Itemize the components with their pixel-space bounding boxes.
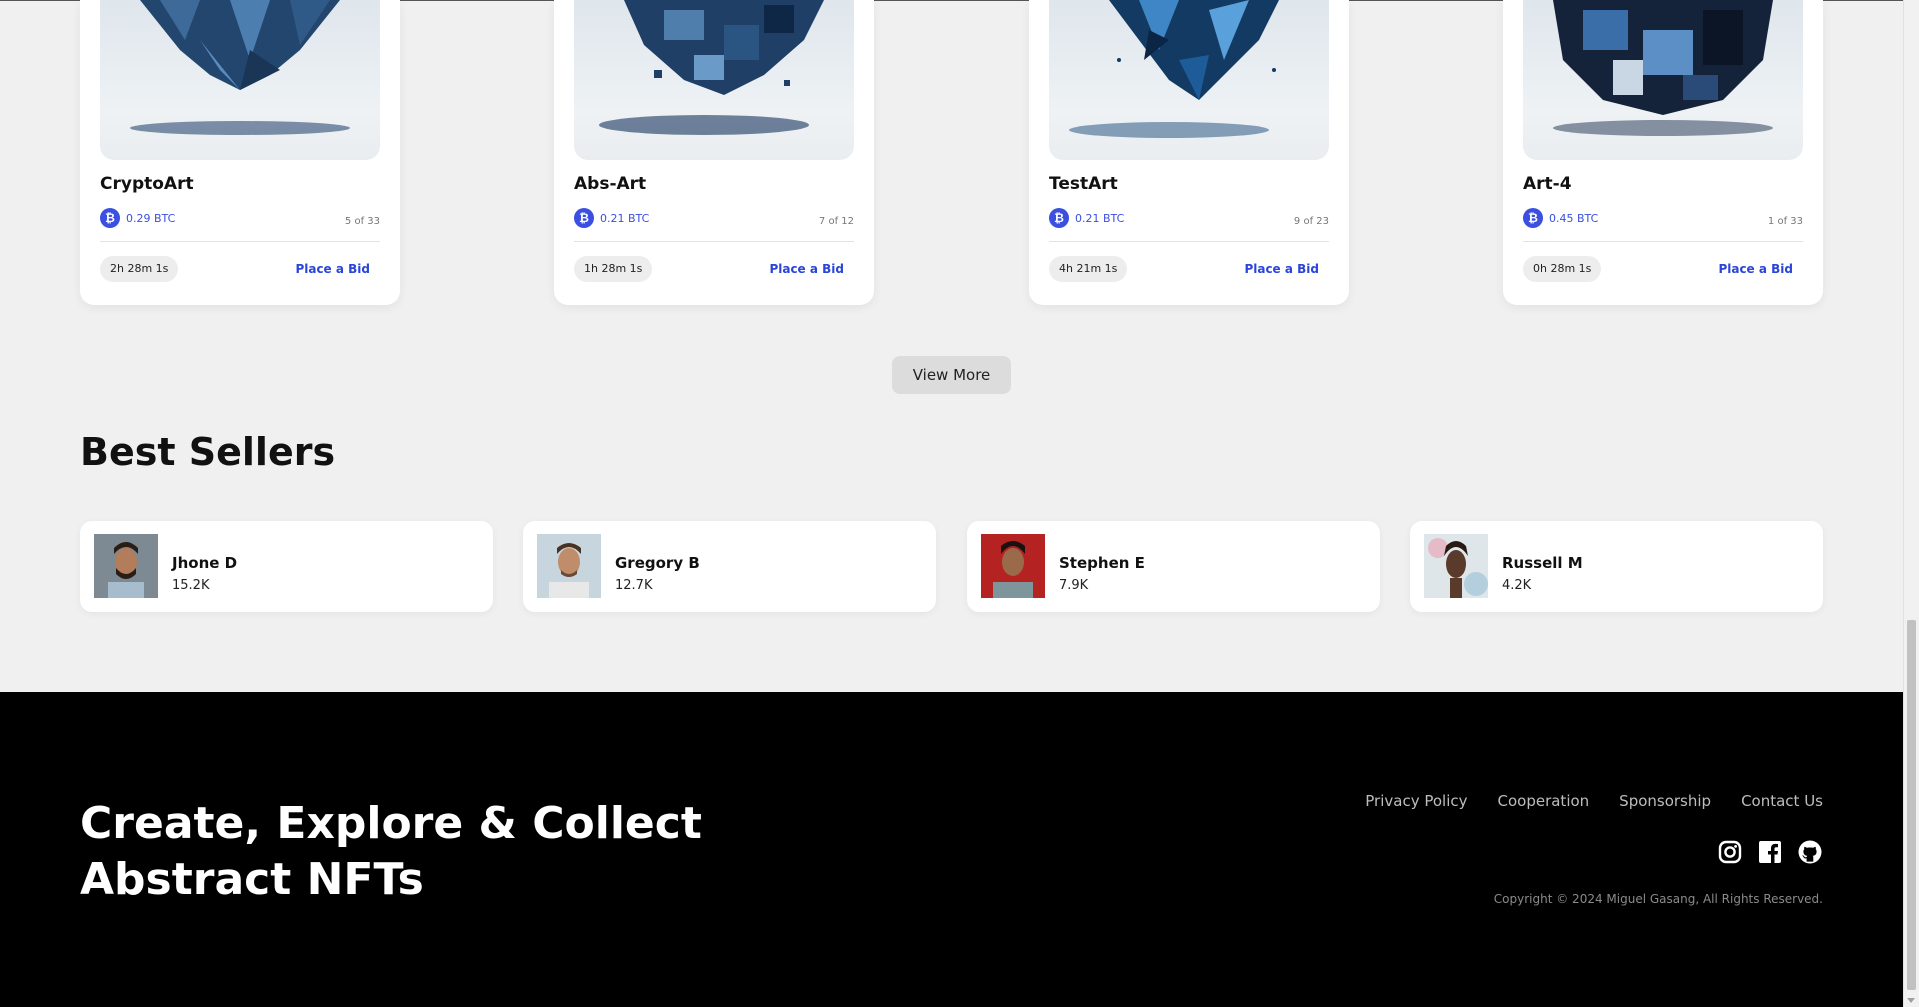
seller-name: Russell M (1502, 554, 1583, 572)
seller-card-jhone-d[interactable]: Jhone D 15.2K (80, 521, 493, 612)
copyright-text: Copyright © 2024 Miguel Gasang, All Righ… (1493, 892, 1823, 906)
nft-artwork-image (1049, 0, 1329, 160)
instagram-icon[interactable] (1717, 839, 1743, 865)
nft-price-value: 0.29 BTC (126, 211, 176, 225)
nft-card-testart[interactable]: TestArt ₿ 0.21 BTC 9 of 23 4h 21m 1s Pla… (1029, 0, 1349, 305)
seller-sales: 12.7K (615, 578, 653, 593)
seller-card-gregory-b[interactable]: Gregory B 12.7K (523, 521, 936, 612)
bitcoin-icon: ₿ (574, 208, 594, 228)
avatar (94, 534, 158, 598)
auction-timer: 2h 28m 1s (100, 256, 179, 282)
footer-tagline: Create, Explore & Collect Abstract NFTs (80, 798, 702, 905)
nft-artwork-image (100, 0, 380, 160)
github-icon[interactable] (1797, 839, 1823, 865)
nft-price-value: 0.45 BTC (1549, 211, 1599, 225)
footer: Create, Explore & Collect Abstract NFTs … (0, 692, 1903, 1007)
place-bid-button[interactable]: Place a Bid (1244, 256, 1319, 282)
bitcoin-icon: ₿ (1523, 208, 1543, 228)
seller-sales: 7.9K (1059, 578, 1089, 593)
page: CryptoArt ₿ 0.29 BTC 5 of 33 2h 28m 1s P… (0, 0, 1903, 1007)
footer-nav: Privacy Policy Cooperation Sponsorship C… (1365, 792, 1823, 810)
divider (1523, 241, 1803, 242)
facebook-icon[interactable] (1757, 839, 1783, 865)
divider (100, 241, 380, 242)
nft-card-abs-art[interactable]: Abs-Art ₿ 0.21 BTC 7 of 12 1h 28m 1s Pla… (554, 0, 874, 305)
nft-title: CryptoArt (100, 174, 194, 194)
view-more-button[interactable]: View More (892, 356, 1011, 394)
seller-card-russell-m[interactable]: Russell M 4.2K (1410, 521, 1823, 612)
scrollbar-thumb[interactable] (1907, 620, 1916, 990)
contact-us-link[interactable]: Contact Us (1741, 792, 1823, 810)
nft-price: ₿ 0.45 BTC (1523, 208, 1598, 228)
place-bid-button[interactable]: Place a Bid (769, 256, 844, 282)
nft-price: ₿ 0.29 BTC (100, 208, 175, 228)
avatar (537, 534, 601, 598)
avatar (1424, 534, 1488, 598)
nft-edition: 9 of 23 (1293, 216, 1329, 227)
cooperation-link[interactable]: Cooperation (1498, 792, 1590, 810)
seller-sales: 4.2K (1502, 578, 1532, 593)
seller-name: Stephen E (1059, 554, 1145, 572)
nft-artwork-image (574, 0, 854, 160)
avatar (981, 534, 1045, 598)
social-links (1717, 839, 1823, 865)
bitcoin-icon: ₿ (100, 208, 120, 228)
nft-price: ₿ 0.21 BTC (574, 208, 649, 228)
auction-timer: 0h 28m 1s (1523, 256, 1602, 282)
vertical-scrollbar[interactable] (1903, 0, 1919, 1007)
nft-edition: 1 of 33 (1767, 216, 1803, 227)
seller-card-stephen-e[interactable]: Stephen E 7.9K (967, 521, 1380, 612)
nft-title: TestArt (1049, 174, 1118, 194)
divider (574, 241, 854, 242)
nft-price-value: 0.21 BTC (600, 211, 650, 225)
nft-title: Art-4 (1523, 174, 1572, 194)
place-bid-button[interactable]: Place a Bid (295, 256, 370, 282)
nft-edition: 5 of 33 (344, 216, 380, 227)
nft-price: ₿ 0.21 BTC (1049, 208, 1124, 228)
nft-title: Abs-Art (574, 174, 647, 194)
bitcoin-icon: ₿ (1049, 208, 1069, 228)
nft-price-value: 0.21 BTC (1075, 211, 1125, 225)
nft-card-art-4[interactable]: Art-4 ₿ 0.45 BTC 1 of 33 0h 28m 1s Place… (1503, 0, 1823, 305)
nft-edition: 7 of 12 (818, 216, 854, 227)
auction-timer: 1h 28m 1s (574, 256, 653, 282)
best-sellers-heading: Best Sellers (80, 430, 336, 474)
sponsorship-link[interactable]: Sponsorship (1619, 792, 1711, 810)
seller-name: Gregory B (615, 554, 700, 572)
scroll-down-arrow-icon[interactable] (1907, 998, 1915, 1003)
divider (1049, 241, 1329, 242)
privacy-policy-link[interactable]: Privacy Policy (1365, 792, 1467, 810)
place-bid-button[interactable]: Place a Bid (1718, 256, 1793, 282)
nft-artwork-image (1523, 0, 1803, 160)
seller-name: Jhone D (172, 554, 238, 572)
nft-card-cryptoart[interactable]: CryptoArt ₿ 0.29 BTC 5 of 33 2h 28m 1s P… (80, 0, 400, 305)
auction-timer: 4h 21m 1s (1049, 256, 1128, 282)
seller-sales: 15.2K (172, 578, 210, 593)
